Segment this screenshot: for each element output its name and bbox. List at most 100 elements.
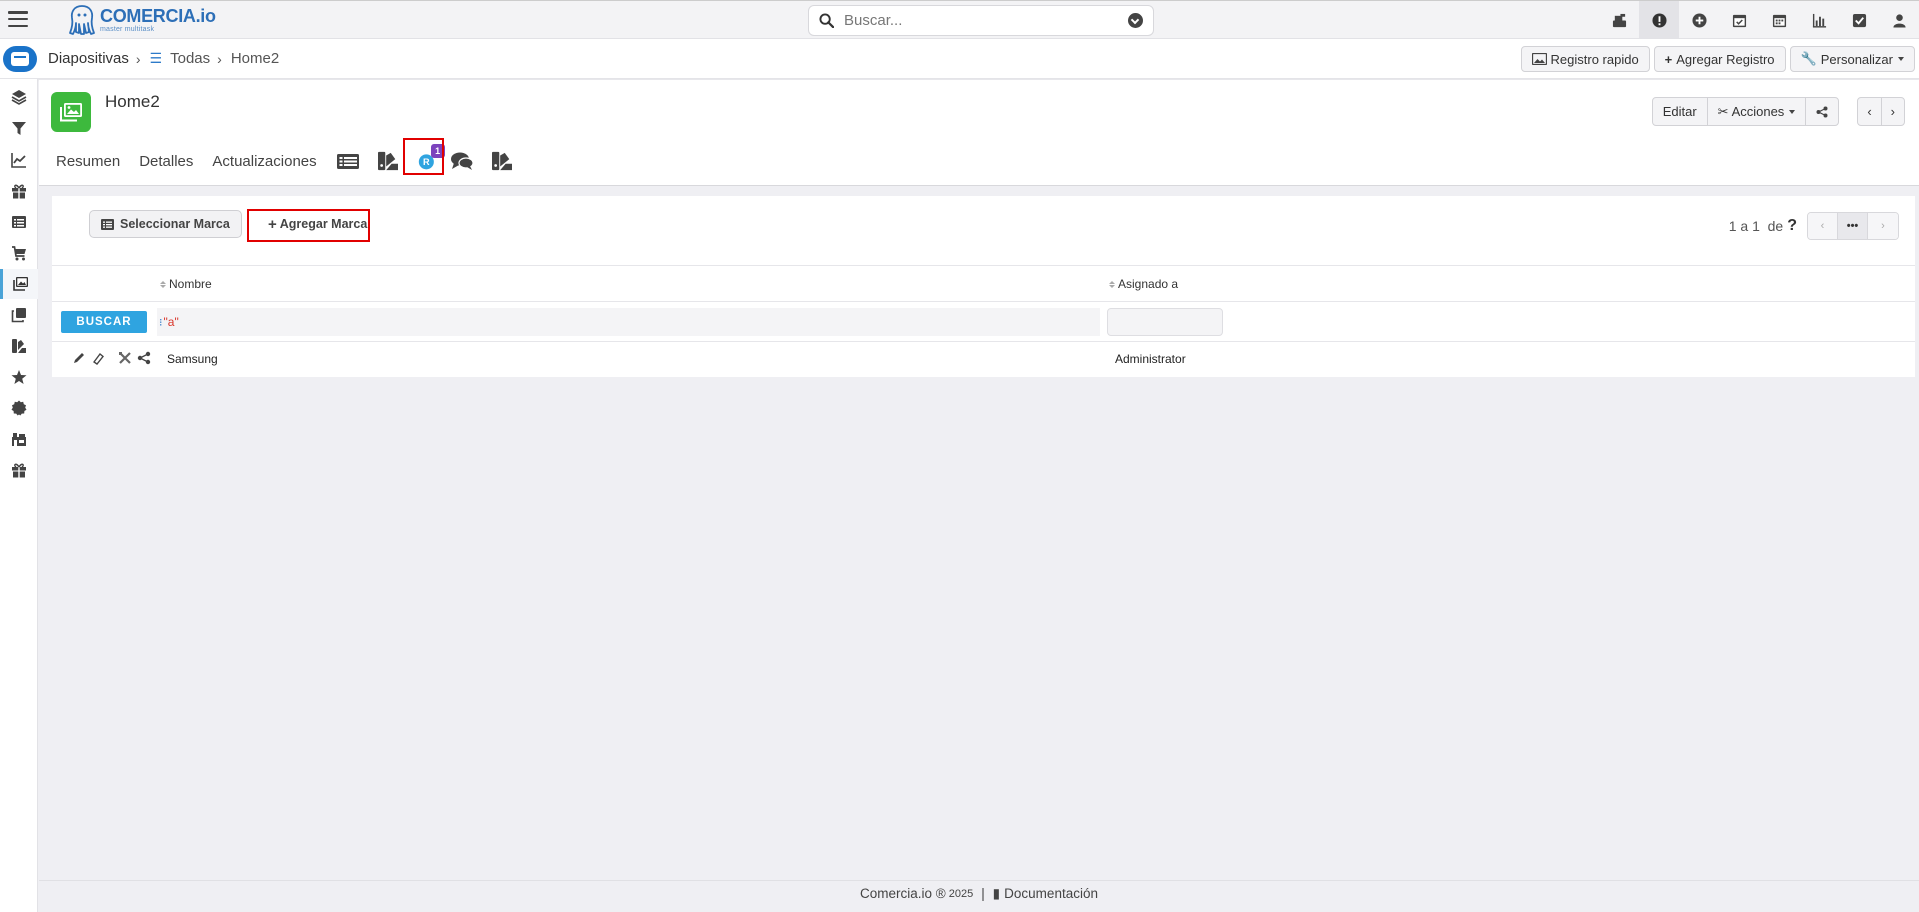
- assigned-filter-input[interactable]: [1107, 308, 1223, 336]
- chevron-left-icon: ‹: [1867, 104, 1872, 119]
- user-icon[interactable]: [1879, 1, 1919, 40]
- tab-actualizaciones[interactable]: Actualizaciones: [212, 153, 316, 170]
- footer-year: 2025: [948, 887, 974, 900]
- column-nombre[interactable]: Nombre: [160, 277, 212, 291]
- footer-docs-link[interactable]: Documentación: [1004, 886, 1098, 901]
- cash-register-icon[interactable]: [1599, 1, 1639, 40]
- images-icon[interactable]: [0, 269, 38, 299]
- image-icon: [1531, 53, 1547, 65]
- sort-icon: [160, 280, 166, 288]
- line-chart-icon[interactable]: [0, 145, 38, 175]
- plus-icon: +: [1664, 51, 1673, 67]
- sort-icon: [1109, 280, 1115, 288]
- edit-button[interactable]: Editar: [1653, 98, 1708, 125]
- tab-swatchbook-icon-2[interactable]: [490, 151, 514, 171]
- list-alt-icon: [101, 218, 114, 230]
- filter-icon[interactable]: [0, 113, 38, 143]
- alert-icon[interactable]: [1639, 1, 1679, 40]
- module-home-icon[interactable]: [3, 46, 37, 72]
- brand-tagline: master multitask: [100, 26, 155, 33]
- select-marca-button[interactable]: Seleccionar Marca: [89, 210, 242, 238]
- caret-down-icon: [1789, 109, 1796, 114]
- filter-mode-text: "a": [163, 315, 179, 329]
- clone-icon[interactable]: [0, 300, 38, 330]
- next-record-button[interactable]: ›: [1882, 98, 1904, 125]
- quick-record-button[interactable]: Registro rapido: [1520, 46, 1650, 72]
- breadcrumb: Diapositivas › ☰ Todas › Home2: [48, 50, 279, 67]
- highlight-add-marca: [247, 209, 370, 242]
- search-dropdown-icon[interactable]: [1128, 13, 1143, 28]
- breadcrumb-bar: Diapositivas › ☰ Todas › Home2 Registro …: [0, 39, 1919, 79]
- record-tabs: Resumen Detalles Actualizaciones R 1: [56, 144, 530, 176]
- cell-nombre[interactable]: Samsung: [167, 352, 218, 366]
- add-circle-icon[interactable]: [1679, 1, 1719, 40]
- tab-swatchbook-icon[interactable]: [376, 151, 400, 171]
- octopus-logo-icon: [69, 5, 95, 35]
- pencil-icon[interactable]: [72, 351, 86, 365]
- filter-mode-icon: ⁝: [159, 316, 163, 329]
- app-logo[interactable]: COMERCIA.io master multitask: [68, 3, 216, 37]
- actions-button[interactable]: ✂ Acciones: [1708, 98, 1807, 125]
- checkbox-icon[interactable]: [1839, 1, 1879, 40]
- footer-brand: Comercia.io ®: [860, 886, 946, 901]
- eraser-icon[interactable]: [91, 351, 105, 365]
- wrench-icon: 🔧: [1800, 51, 1817, 66]
- star-icon[interactable]: [0, 362, 38, 392]
- footer: Comercia.io ® 2025 | ▮ Documentación: [39, 880, 1919, 906]
- record-image-icon: [51, 92, 91, 132]
- list-icon: ☰: [149, 50, 163, 66]
- list-alt-icon[interactable]: [0, 207, 38, 237]
- tab-comments-icon[interactable]: [450, 151, 474, 171]
- sidebar: [0, 79, 38, 912]
- footer-separator: |: [981, 886, 985, 901]
- caret-down-icon: [1898, 57, 1904, 61]
- filter-row: BUSCAR ⁝ "a": [52, 302, 1915, 342]
- tab-detalles[interactable]: Detalles: [139, 153, 193, 170]
- search-icon: [819, 13, 834, 28]
- related-panel: Seleccionar Marca + Agregar Marca 1 a 1 d…: [52, 196, 1915, 377]
- column-asignado[interactable]: Asignado a: [1109, 277, 1178, 291]
- brand-ext: .io: [195, 6, 216, 26]
- bar-chart-icon[interactable]: [1799, 1, 1839, 40]
- store-icon[interactable]: [0, 424, 38, 454]
- pagination: 1 a 1 de ? ‹ ••• ›: [1729, 212, 1899, 240]
- pager-more-button[interactable]: •••: [1838, 213, 1868, 239]
- menu-icon[interactable]: [8, 10, 28, 28]
- pager-next-button[interactable]: ›: [1868, 213, 1898, 239]
- share-icon[interactable]: [137, 351, 151, 365]
- tools-icon: ✂: [1717, 103, 1729, 119]
- global-search[interactable]: Buscar...: [808, 5, 1154, 36]
- breadcrumb-list[interactable]: Todas: [170, 50, 210, 67]
- layers-icon[interactable]: [0, 82, 38, 112]
- swatchbook-icon[interactable]: [0, 331, 38, 361]
- certificate-icon[interactable]: [0, 393, 38, 423]
- gift-icon[interactable]: [0, 176, 38, 206]
- share-icon: [1816, 106, 1828, 117]
- tools-icon[interactable]: [118, 351, 132, 365]
- brand-name: COMERCIA: [100, 6, 196, 26]
- gift-icon-2[interactable]: [0, 455, 38, 485]
- search-button[interactable]: BUSCAR: [61, 311, 147, 333]
- tab-resumen[interactable]: Resumen: [56, 153, 120, 170]
- cart-icon[interactable]: [0, 238, 38, 268]
- calendar-check-icon[interactable]: [1719, 1, 1759, 40]
- add-record-button[interactable]: + Agregar Registro: [1653, 46, 1786, 72]
- highlight-related-tab: [403, 138, 444, 175]
- pagination-text: 1 a 1 de: [1728, 218, 1784, 234]
- name-filter-input[interactable]: ⁝ "a": [157, 308, 1100, 336]
- tab-list-icon[interactable]: [336, 151, 360, 171]
- chevron-right-icon: ›: [217, 50, 222, 67]
- calendar-icon[interactable]: [1759, 1, 1799, 40]
- book-icon: ▮: [992, 885, 1001, 901]
- search-input[interactable]: Buscar...: [844, 12, 1128, 29]
- customize-button[interactable]: 🔧 Personalizar: [1789, 46, 1915, 72]
- share-button[interactable]: [1806, 98, 1838, 125]
- pager-prev-button[interactable]: ‹: [1808, 213, 1838, 239]
- help-icon[interactable]: ?: [1787, 217, 1797, 235]
- table-row: Samsung Administrator: [52, 342, 1915, 373]
- prev-record-button[interactable]: ‹: [1858, 98, 1882, 125]
- record-title: Home2: [105, 92, 160, 111]
- breadcrumb-module[interactable]: Diapositivas: [48, 50, 129, 67]
- chevron-right-icon: ›: [1890, 104, 1895, 119]
- table-header: Nombre Asignado a: [52, 266, 1915, 302]
